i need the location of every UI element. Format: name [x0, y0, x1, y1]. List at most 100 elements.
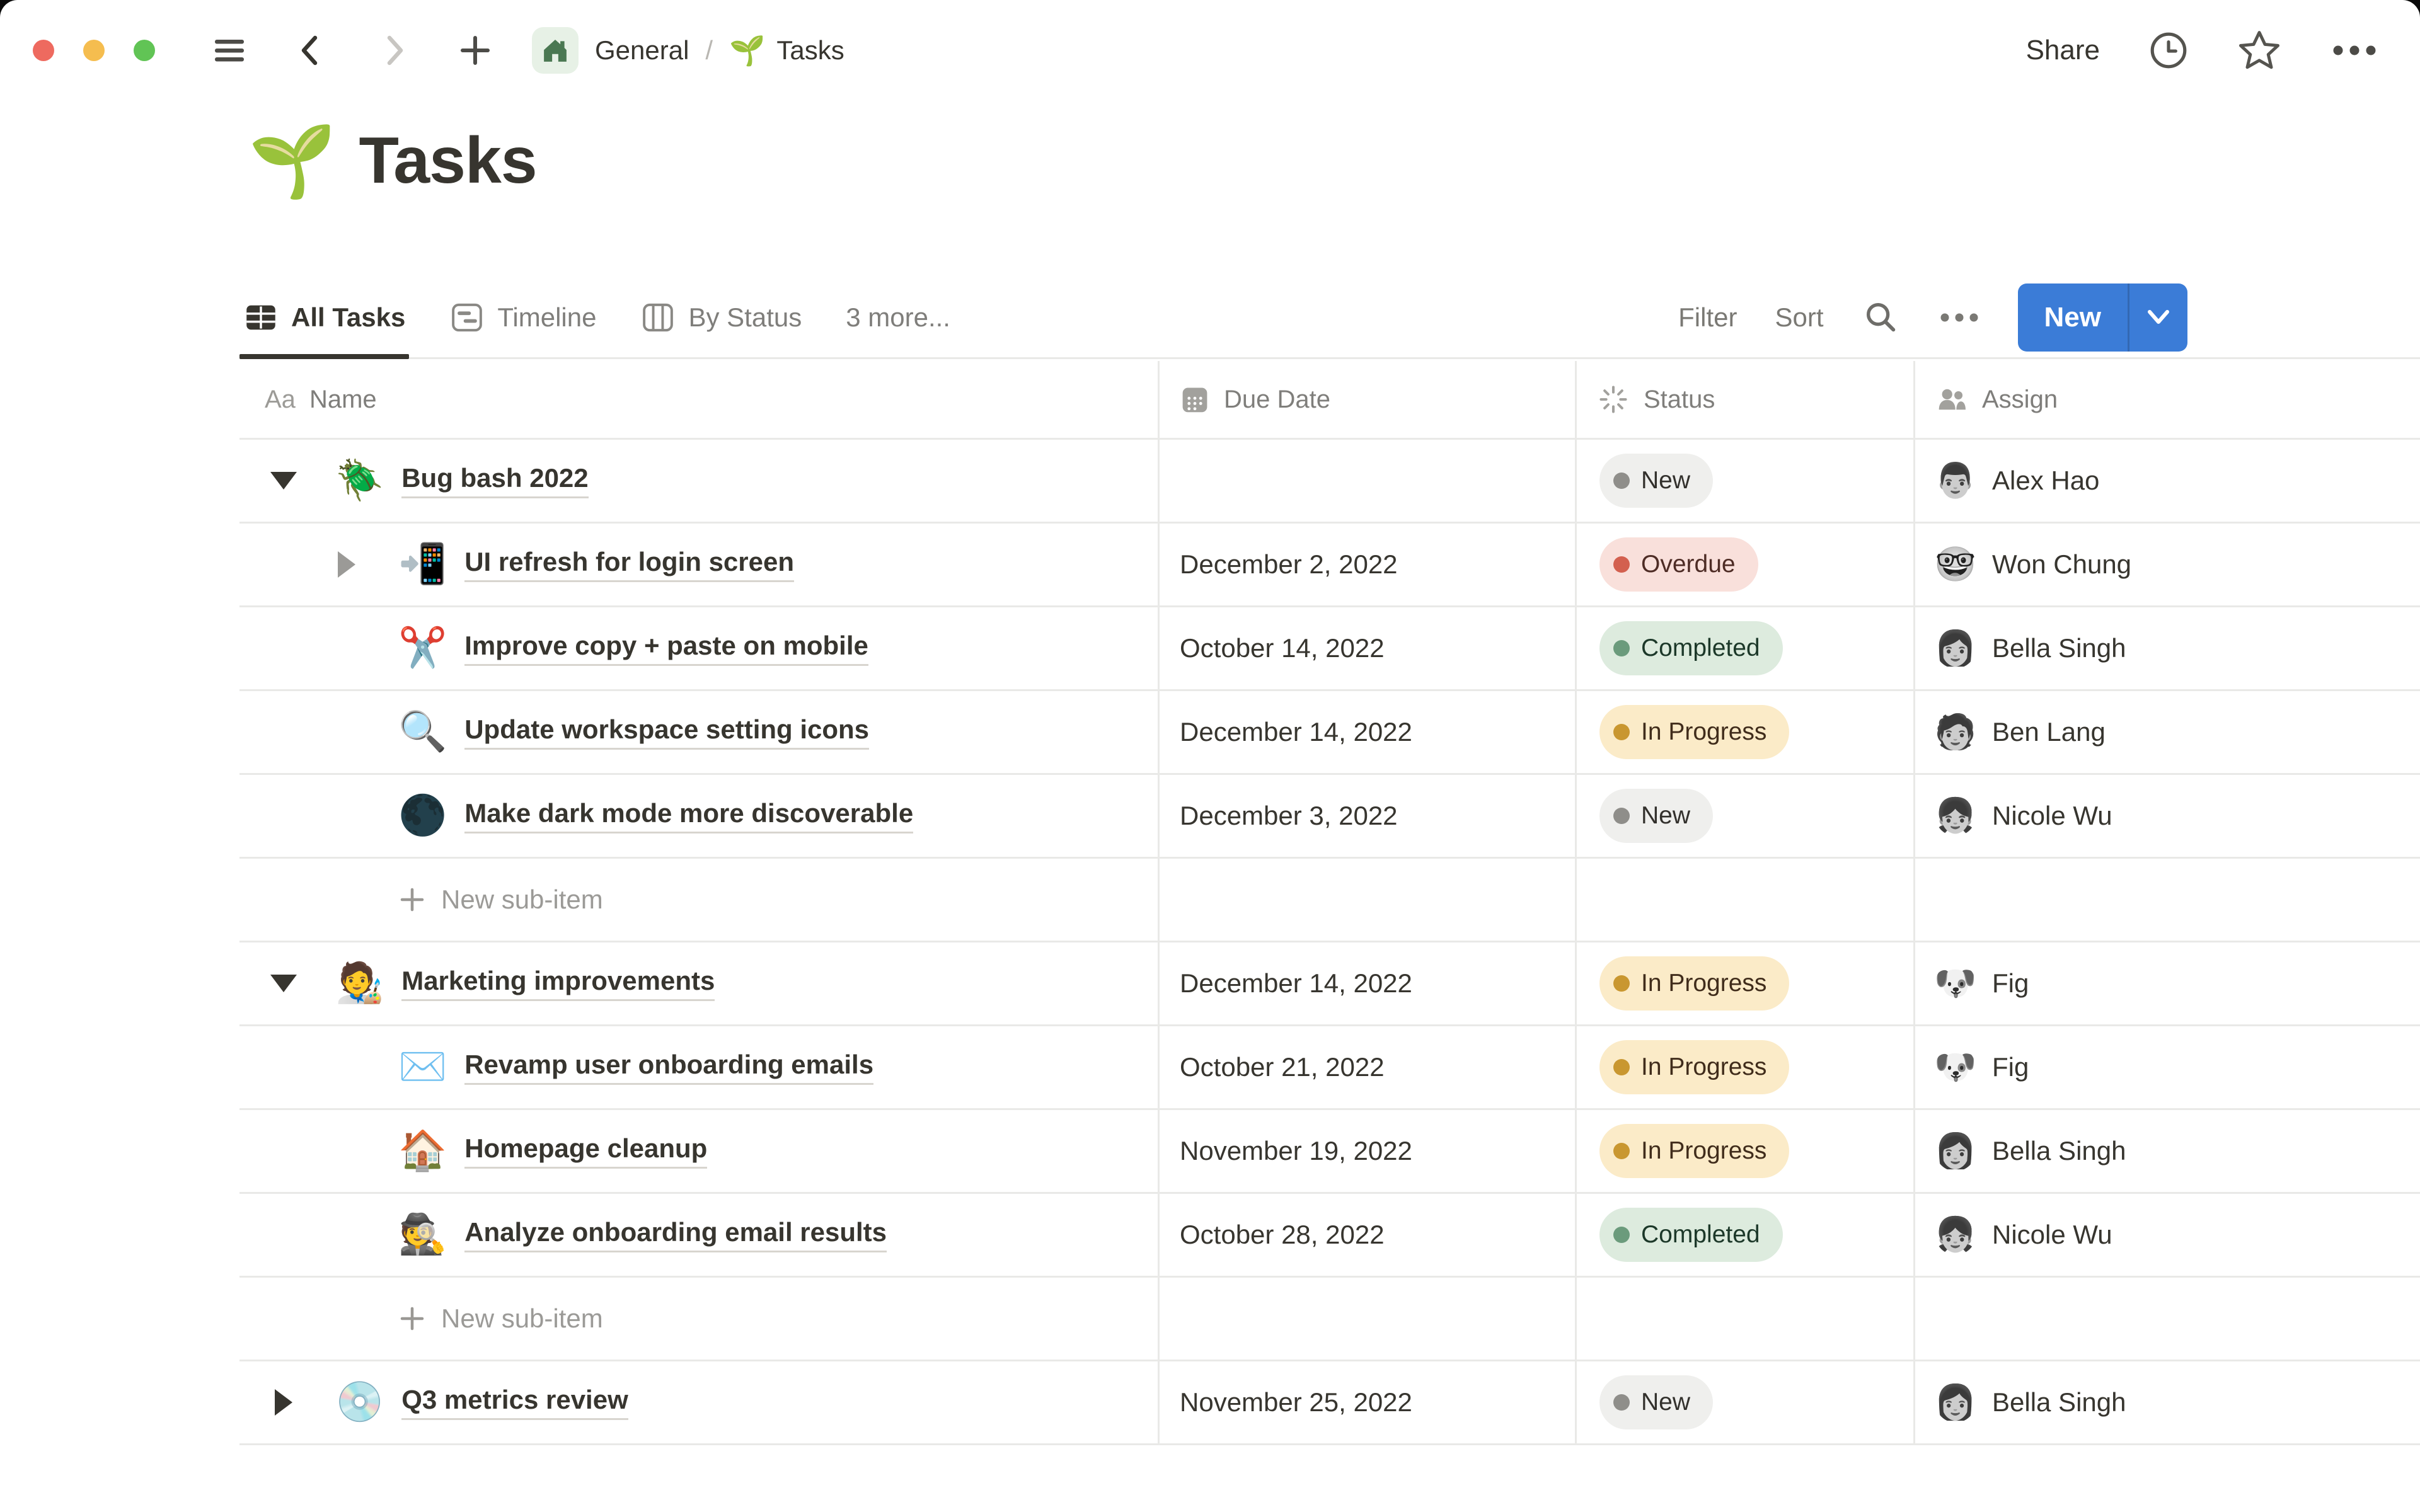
assignee-name: Fig — [1992, 968, 2029, 998]
add-page-icon[interactable] — [455, 30, 495, 71]
breadcrumb-page-label[interactable]: Tasks — [776, 35, 844, 66]
avatar: 👩 — [1935, 629, 1976, 667]
assignee-cell[interactable]: 🐶 Fig — [1915, 942, 2420, 1024]
status-cell: New — [1577, 775, 1915, 857]
tab-timeline[interactable]: Timeline — [446, 277, 600, 357]
status-cell: Overdue — [1577, 524, 1915, 605]
search-icon[interactable] — [1862, 298, 1901, 337]
task-emoji-icon: 🧑‍🎨 — [335, 961, 384, 1005]
tab-all-tasks[interactable]: All Tasks — [239, 277, 410, 359]
task-name-link[interactable]: Revamp user onboarding emails — [464, 1050, 874, 1085]
minimize-window-button[interactable] — [83, 40, 105, 61]
new-button-chevron-icon[interactable] — [2129, 284, 2187, 352]
due-date-cell[interactable]: November 25, 2022 — [1160, 1361, 1577, 1443]
sidebar-menu-icon[interactable] — [209, 30, 250, 71]
page-icon-seedling[interactable]: 🌱 — [248, 125, 336, 197]
status-pill[interactable]: Completed — [1599, 621, 1783, 675]
column-header-status[interactable]: Status — [1577, 361, 1915, 438]
people-icon — [1935, 383, 1968, 416]
tab-more-views[interactable]: 3 more... — [842, 277, 954, 357]
back-icon[interactable] — [291, 30, 331, 71]
board-view-icon — [640, 300, 676, 335]
task-emoji-icon: ✉️ — [398, 1045, 447, 1089]
toggle-icon[interactable] — [333, 551, 360, 578]
due-date-cell[interactable]: October 21, 2022 — [1160, 1026, 1577, 1108]
window-toolbar: General / 🌱 Tasks Share — [0, 0, 2420, 101]
task-name-link[interactable]: Homepage cleanup — [464, 1133, 708, 1169]
task-name-link[interactable]: Make dark mode more discoverable — [464, 798, 914, 833]
assignee-cell[interactable]: 🤓 Won Chung — [1915, 524, 2420, 605]
new-sub-item-button[interactable]: New sub-item — [239, 1278, 1160, 1360]
more-options-icon[interactable] — [2329, 38, 2380, 63]
assignee-name: Nicole Wu — [1992, 1220, 2112, 1249]
task-name-link[interactable]: Q3 metrics review — [401, 1385, 628, 1420]
share-button[interactable]: Share — [2026, 35, 2100, 66]
task-name-link[interactable]: Improve copy + paste on mobile — [464, 631, 868, 666]
column-header-due-date[interactable]: Due Date — [1160, 361, 1577, 438]
status-pill[interactable]: In Progress — [1599, 705, 1790, 759]
due-date-cell[interactable]: October 14, 2022 — [1160, 607, 1577, 689]
assignee-cell[interactable]: 🧑 Ben Lang — [1915, 691, 2420, 773]
assignee-name: Bella Singh — [1992, 1387, 2126, 1417]
status-dot-icon — [1613, 472, 1630, 489]
view-more-options-icon[interactable] — [1939, 307, 1980, 328]
new-button[interactable]: New — [2018, 284, 2128, 352]
toggle-icon[interactable] — [270, 975, 297, 992]
status-cell: In Progress — [1577, 1110, 1915, 1192]
status-pill[interactable]: Completed — [1599, 1208, 1783, 1262]
task-name-link[interactable]: UI refresh for login screen — [464, 547, 795, 582]
due-date-cell[interactable]: November 19, 2022 — [1160, 1110, 1577, 1192]
column-header-assign[interactable]: Assign — [1915, 361, 2420, 438]
plus-icon — [398, 1305, 426, 1332]
toggle-icon[interactable] — [270, 472, 297, 490]
breadcrumb-home-item[interactable] — [532, 27, 579, 74]
close-window-button[interactable] — [33, 40, 54, 61]
favorite-star-icon[interactable] — [2237, 28, 2281, 72]
assignee-cell[interactable]: 👩 Bella Singh — [1915, 1110, 2420, 1192]
assignee-cell[interactable]: 🐶 Fig — [1915, 1026, 2420, 1108]
due-date-cell[interactable]: December 14, 2022 — [1160, 942, 1577, 1024]
due-date-cell[interactable]: October 28, 2022 — [1160, 1194, 1577, 1276]
new-sub-item-button[interactable]: New sub-item — [239, 859, 1160, 941]
column-header-name[interactable]: Aa Name — [239, 361, 1160, 438]
table-row: 🪲 Bug bash 2022 New 👨 Alex Hao — [239, 440, 2420, 524]
assignee-cell[interactable]: 👧 Nicole Wu — [1915, 1194, 2420, 1276]
due-date-cell[interactable] — [1160, 440, 1577, 522]
task-name-link[interactable]: Marketing improvements — [401, 966, 715, 1001]
status-dot-icon — [1613, 1227, 1630, 1243]
status-pill[interactable]: In Progress — [1599, 956, 1790, 1011]
avatar: 👨 — [1935, 462, 1976, 500]
assignee-name: Bella Singh — [1992, 633, 2126, 663]
task-name-link[interactable]: Update workspace setting icons — [464, 714, 870, 750]
breadcrumb-space-label[interactable]: General — [595, 35, 689, 66]
filter-button[interactable]: Filter — [1678, 302, 1737, 333]
due-date-cell[interactable]: December 14, 2022 — [1160, 691, 1577, 773]
task-name-cell: 🔍 Update workspace setting icons — [239, 691, 1160, 773]
zoom-window-button[interactable] — [134, 40, 155, 61]
status-pill[interactable]: Overdue — [1599, 537, 1758, 592]
due-date-cell[interactable]: December 2, 2022 — [1160, 524, 1577, 605]
task-name-link[interactable]: Bug bash 2022 — [401, 463, 589, 498]
view-tab-bar: All Tasks Timeline By Status 3 more... F… — [239, 277, 2420, 359]
toggle-icon[interactable] — [270, 1389, 297, 1416]
status-pill[interactable]: In Progress — [1599, 1040, 1790, 1094]
history-clock-icon[interactable] — [2148, 30, 2189, 71]
due-date-cell[interactable]: December 3, 2022 — [1160, 775, 1577, 857]
status-cell: New — [1577, 1361, 1915, 1443]
assignee-cell[interactable]: 👩 Bella Singh — [1915, 607, 2420, 689]
forward-icon[interactable] — [373, 30, 413, 71]
assignee-name: Ben Lang — [1992, 717, 2106, 747]
column-label: Assign — [1982, 385, 2058, 413]
tab-by-status[interactable]: By Status — [637, 277, 805, 357]
task-name-link[interactable]: Analyze onboarding email results — [464, 1217, 887, 1252]
task-emoji-icon: 🌑 — [398, 794, 447, 837]
status-pill[interactable]: In Progress — [1599, 1124, 1790, 1178]
sort-button[interactable]: Sort — [1775, 302, 1823, 333]
assignee-cell[interactable]: 👧 Nicole Wu — [1915, 775, 2420, 857]
empty-cell — [1160, 859, 1577, 941]
assignee-cell[interactable]: 👩 Bella Singh — [1915, 1361, 2420, 1443]
status-pill[interactable]: New — [1599, 789, 1714, 843]
status-pill[interactable]: New — [1599, 454, 1714, 508]
status-pill[interactable]: New — [1599, 1375, 1714, 1429]
assignee-cell[interactable]: 👨 Alex Hao — [1915, 440, 2420, 522]
